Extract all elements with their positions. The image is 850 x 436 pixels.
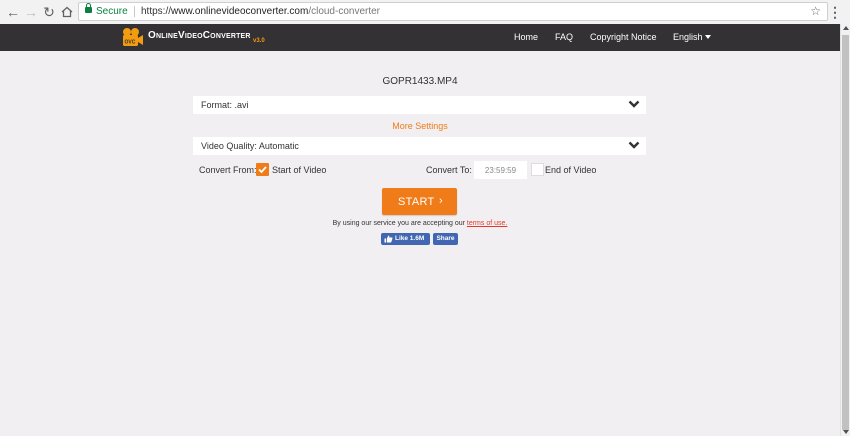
browser-toolbar: ← → ↻ Secure https://www.onlinevideoconv…: [0, 0, 850, 25]
start-of-video-label: Start of Video: [272, 165, 327, 175]
file-name: GOPR1433.MP4: [382, 76, 458, 87]
end-of-video-label: End of Video: [545, 165, 597, 175]
facebook-share-button[interactable]: Share: [433, 233, 458, 245]
format-select[interactable]: Format: .avi: [193, 96, 646, 114]
convert-to-time-input[interactable]: [474, 161, 527, 179]
logo-badge-text: OVC: [125, 40, 136, 46]
browser-menu-icon[interactable]: ⋮: [828, 3, 842, 21]
scroll-up-arrow-icon[interactable]: [843, 26, 849, 30]
logo-version: v3.0: [253, 38, 265, 44]
terms-prefix: By using our service you are accepting o…: [332, 220, 467, 227]
facebook-like-label: Like 1.6M: [395, 235, 425, 242]
chevron-down-icon: [628, 100, 640, 108]
address-bar[interactable]: Secure https://www.onlinevideoconverter.…: [78, 2, 828, 21]
omnibox-divider: [134, 6, 135, 17]
bookmark-star-icon[interactable]: ☆: [810, 3, 821, 20]
language-label: English: [673, 32, 703, 42]
url-text: https://www.onlinevideoconverter.com/clo…: [141, 3, 380, 20]
caret-down-icon: [704, 35, 711, 39]
page-scrollbar[interactable]: [840, 24, 850, 436]
thumbs-up-icon: [384, 235, 393, 243]
nav-language-dropdown[interactable]: English: [673, 32, 711, 42]
chevron-right-icon: ›: [439, 195, 443, 207]
terms-notice: By using our service you are accepting o…: [0, 220, 840, 227]
nav-copyright-notice[interactable]: Copyright Notice: [590, 32, 657, 42]
start-of-video-checkbox[interactable]: [256, 163, 269, 176]
start-button[interactable]: START ›: [382, 188, 457, 215]
more-settings-link[interactable]: More Settings: [0, 121, 840, 131]
checkmark-icon: [258, 166, 267, 174]
site-header: OVC OnlineVideoConverter v3.0 Home FAQ C…: [0, 24, 840, 51]
scroll-down-arrow-icon[interactable]: [843, 430, 849, 434]
url-host: www.onlinevideoconverter.com: [171, 6, 309, 17]
chevron-down-icon: [628, 141, 640, 149]
terms-of-use-link[interactable]: terms of use.: [467, 220, 507, 227]
reload-icon[interactable]: ↻: [40, 3, 58, 21]
camera-logo-icon[interactable]: OVC: [122, 27, 144, 48]
url-scheme: https://: [141, 6, 172, 17]
nav-home[interactable]: Home: [514, 32, 538, 42]
site-logo-text[interactable]: OnlineVideoConverter: [148, 30, 251, 41]
convert-to-label: Convert To:: [426, 165, 472, 175]
video-quality-select[interactable]: Video Quality: Automatic: [193, 137, 646, 155]
facebook-like-button[interactable]: Like 1.6M: [381, 233, 430, 245]
back-arrow-icon[interactable]: ←: [4, 3, 22, 21]
convert-from-label: Convert From:: [199, 165, 257, 175]
url-path: /cloud-converter: [308, 6, 381, 17]
secure-label: Secure: [96, 6, 128, 17]
lock-icon: [85, 3, 92, 13]
nav-faq[interactable]: FAQ: [555, 32, 573, 42]
forward-arrow-icon[interactable]: →: [22, 3, 40, 21]
video-quality-label: Video Quality: Automatic: [201, 141, 299, 151]
end-of-video-checkbox[interactable]: [531, 163, 544, 176]
format-label: Format: .avi: [201, 100, 249, 110]
start-button-label: START: [398, 196, 435, 208]
home-icon[interactable]: [58, 3, 76, 21]
scroll-thumb[interactable]: [842, 35, 849, 430]
